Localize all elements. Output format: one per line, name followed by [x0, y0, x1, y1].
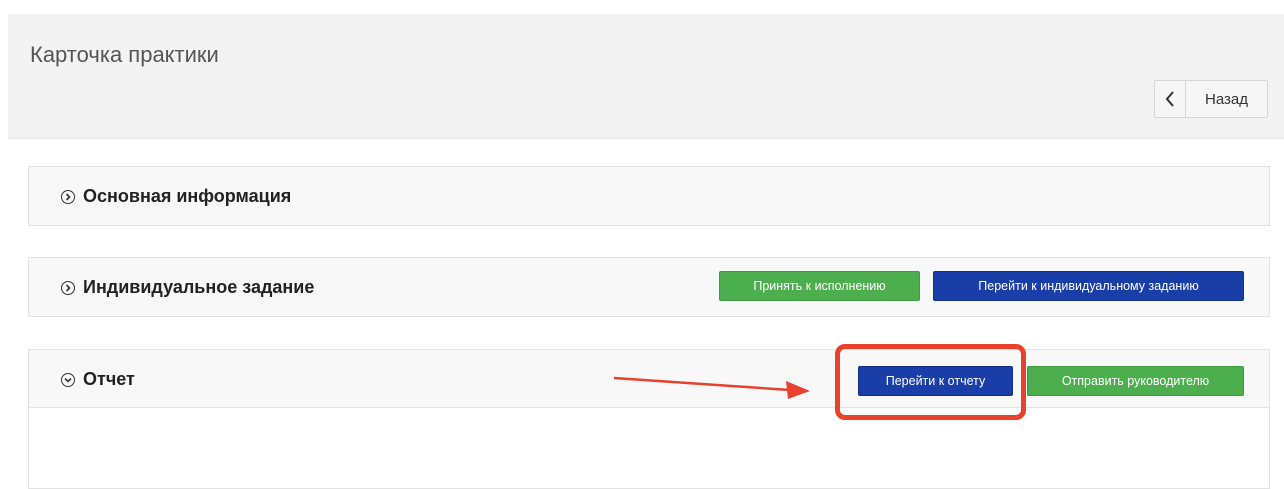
section-title[interactable]: Основная информация	[61, 186, 291, 207]
section-title-label: Отчет	[83, 369, 135, 389]
section-title-label: Индивидуальное задание	[83, 277, 315, 297]
section-title[interactable]: Индивидуальное задание	[61, 277, 314, 298]
chevron-left-icon	[1155, 81, 1186, 117]
chevron-right-circle-icon	[61, 280, 75, 295]
accept-task-button[interactable]: Принять к исполнению	[719, 271, 920, 301]
section-main-info: Основная информация	[28, 166, 1270, 226]
section-title[interactable]: Отчет	[61, 369, 135, 390]
chevron-right-circle-icon	[61, 189, 75, 204]
chevron-down-circle-icon	[61, 372, 75, 387]
section-individual-task: Индивидуальное задание Принять к исполне…	[28, 257, 1270, 317]
goto-individual-task-button[interactable]: Перейти к индивидуальному заданию	[933, 271, 1244, 301]
section-header[interactable]: Основная информация	[29, 167, 1269, 225]
page-title: Карточка практики	[30, 42, 219, 67]
section-header[interactable]: Индивидуальное задание Принять к исполне…	[29, 258, 1269, 316]
send-to-supervisor-button[interactable]: Отправить руководителю	[1027, 366, 1244, 396]
annotation-highlight-box	[835, 344, 1026, 420]
back-button-label: Назад	[1205, 90, 1248, 108]
back-button[interactable]: Назад	[1154, 80, 1268, 118]
section-body	[29, 408, 1269, 488]
section-title-label: Основная информация	[83, 186, 292, 206]
annotation-arrow-icon	[613, 376, 810, 399]
page-header: Карточка практики Назад	[8, 14, 1284, 139]
